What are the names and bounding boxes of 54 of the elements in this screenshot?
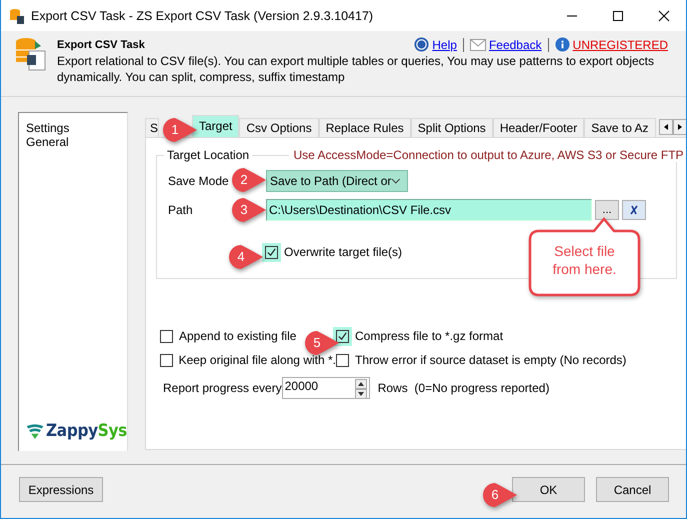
tab[interactable]: Target	[192, 115, 240, 137]
envelope-icon	[470, 38, 486, 50]
close-icon[interactable]	[658, 10, 670, 22]
ok-button[interactable]: OK	[512, 477, 585, 502]
step-marker: 5	[305, 331, 339, 355]
path-field[interactable]: C:\Users\Destination\CSV File.csv	[266, 199, 592, 221]
step-marker: 3	[232, 198, 266, 222]
scroll-right-icon[interactable]	[672, 119, 686, 135]
save-mode-dropdown[interactable]: Save to Path (Direct or	[266, 170, 408, 192]
tab[interactable]: Header/Footer	[492, 118, 584, 137]
chevron-down-icon	[391, 178, 401, 184]
maximize-icon[interactable]	[612, 10, 624, 22]
database-file-icon	[15, 37, 47, 71]
field-label: Save Mode	[168, 174, 229, 188]
sidebar-item[interactable]: Settings	[26, 121, 127, 135]
tab[interactable]: Save to Az	[584, 118, 656, 137]
field-label: Report progress every	[163, 381, 282, 395]
tab[interactable]: Split Options	[410, 118, 493, 137]
group-legend: Target Location	[164, 148, 252, 162]
task-title: Export CSV Task	[57, 39, 145, 51]
checkbox-label: Overwrite target file(s)	[284, 245, 402, 259]
step-marker: 4	[229, 245, 263, 269]
checkbox-label: Append to existing file	[179, 329, 296, 343]
scroll-left-icon[interactable]	[658, 119, 673, 135]
clear-button[interactable]	[622, 200, 646, 220]
tab[interactable]: Csv Options	[239, 118, 319, 137]
checkbox-label: Compress file to *.gz format	[355, 329, 504, 343]
step-marker: 1	[163, 118, 197, 142]
expressions-button[interactable]: Expressions	[19, 477, 103, 502]
tab[interactable]: S	[145, 118, 159, 137]
wifi-funnel-icon	[26, 422, 44, 440]
field-label: Path	[168, 203, 193, 217]
progress-spinner[interactable]: 20000	[282, 377, 370, 399]
registration-link[interactable]: UNREGISTERED	[572, 38, 668, 52]
browse-button[interactable]: ...	[595, 200, 619, 220]
window-title: Export CSV Task - ZS Export CSV Task (Version 2.9.3.10417)	[31, 8, 374, 22]
sidebar-item[interactable]: General	[26, 135, 127, 149]
italic-x-icon	[628, 204, 640, 216]
access-mode-note: Use AccessMode=Connection to output to Azure, AWS S3 or Secure FTP	[289, 148, 684, 162]
header-link[interactable]: Help	[432, 38, 457, 52]
info-icon	[554, 37, 570, 52]
tab[interactable]: Replace Rules	[318, 118, 411, 137]
header-link[interactable]: Feedback	[488, 38, 542, 52]
task-description: Export relational to CSV file(s). You can export multiple tables or queries, You may use patterns to export objects dynamically. You can split, compress, suffix timestamp	[57, 53, 655, 85]
step-marker: 6	[483, 483, 517, 507]
database-icon	[9, 8, 25, 24]
logo-text: ZappySys	[46, 421, 127, 441]
checkbox-label: Throw error if source dataset is empty (No records)	[355, 353, 626, 367]
help-icon	[414, 37, 430, 52]
rows-hint: Rows (0=No progress reported)	[378, 381, 550, 395]
cancel-button[interactable]: Cancel	[596, 477, 669, 502]
checkbox-label: Keep original file along with *.	[178, 353, 336, 367]
spinner-arrows-icon	[354, 379, 367, 399]
step-marker: 2	[232, 168, 266, 192]
